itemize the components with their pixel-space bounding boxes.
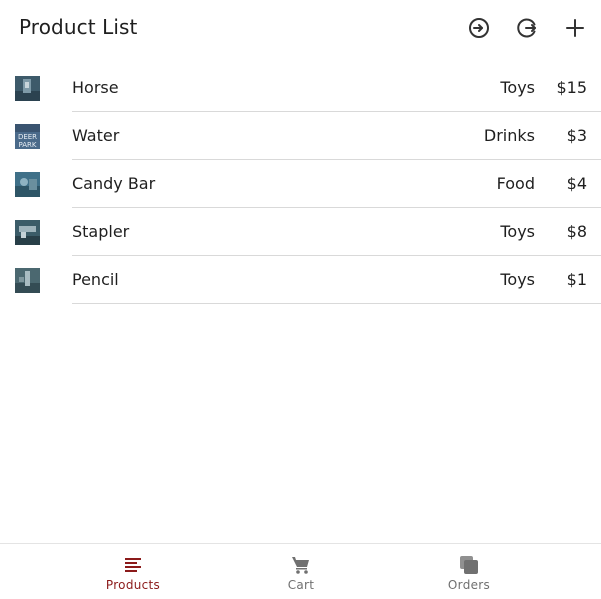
list-icon [123,555,143,575]
tab-orders-label: Orders [447,578,491,592]
product-price: $8 [566,222,587,241]
product-thumbnail: DEER PARK [15,124,40,149]
product-category: Toys [500,78,535,97]
add-product-button[interactable] [561,14,589,42]
header-toolbar: Product List [0,0,601,56]
add-icon [566,19,584,37]
product-category: Toys [500,270,535,289]
product-category: Toys [500,222,535,241]
list-item[interactable]: DEER PARK Water Drinks $3 [0,112,601,160]
thumbnail-text-1: DEER [18,133,37,141]
logout-button[interactable] [513,14,541,42]
bottom-tab-bar: Products Cart Orders [0,543,601,599]
product-category: Food [496,174,535,193]
list-item[interactable]: Horse Toys $15 [0,64,601,112]
page-title: Product List [19,15,138,39]
product-name: Pencil [72,270,119,289]
app-root: Product List Horse Toys $15 DEER PARK Wa… [0,0,601,599]
tab-orders[interactable]: Orders [409,544,529,599]
tab-cart-label: Cart [287,578,315,592]
list-item[interactable]: Stapler Toys $8 [0,208,601,256]
product-thumbnail [15,172,40,197]
tab-cart[interactable]: Cart [241,544,361,599]
product-thumbnail [15,268,40,293]
product-price: $3 [566,126,587,145]
thumbnail-text-2: PARK [18,141,36,149]
product-price: $15 [556,78,587,97]
list-item[interactable]: Pencil Toys $1 [0,256,601,304]
product-name: Horse [72,78,119,97]
list-item[interactable]: Candy Bar Food $4 [0,160,601,208]
tab-products[interactable]: Products [73,544,193,599]
logout-icon [517,18,536,38]
login-button[interactable] [465,14,493,42]
product-thumbnail [15,220,40,245]
orders-icon [459,555,479,575]
tab-products-label: Products [105,578,161,592]
product-price: $4 [566,174,587,193]
product-name: Stapler [72,222,130,241]
divider [72,303,601,304]
product-name: Candy Bar [72,174,156,193]
product-thumbnail [15,76,40,101]
login-icon [469,18,489,38]
product-price: $1 [566,270,587,289]
product-list: Horse Toys $15 DEER PARK Water Drinks $3 [0,64,601,304]
product-category: Drinks [483,126,535,145]
cart-icon [291,555,311,575]
product-name: Water [72,126,120,145]
